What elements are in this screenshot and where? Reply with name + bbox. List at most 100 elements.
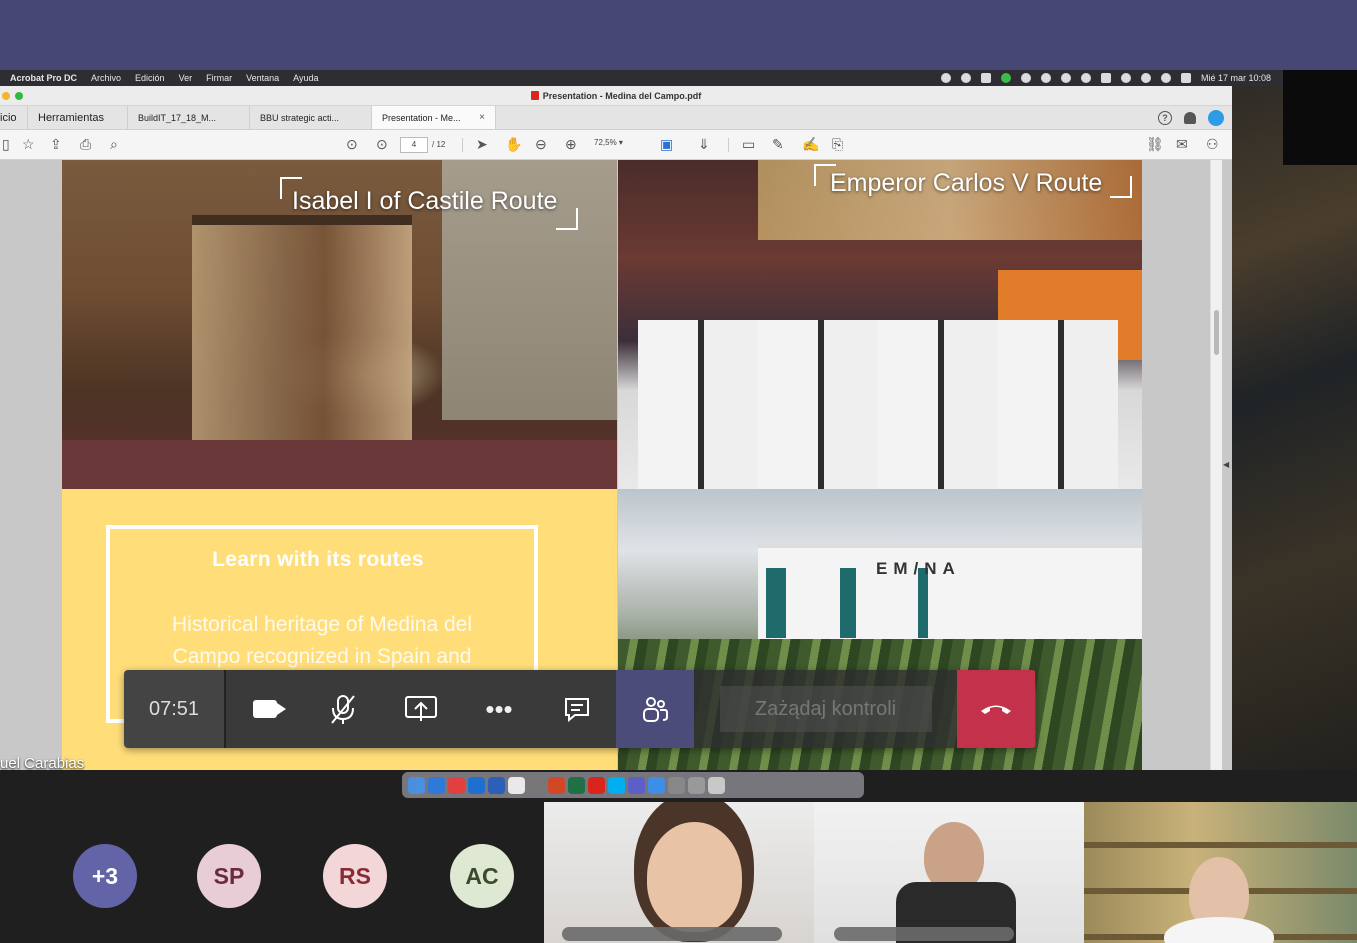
participant-sp[interactable]: SP [197, 844, 261, 908]
video-tile-2[interactable] [814, 802, 1084, 943]
zoom-in-icon[interactable]: ⊕ [565, 137, 577, 151]
menu-ventana[interactable]: Ventana [246, 73, 279, 83]
bell-icon[interactable] [1184, 112, 1196, 124]
record-icon[interactable] [1040, 73, 1051, 83]
control-center-icon[interactable] [1180, 73, 1191, 83]
more-options-button[interactable]: ••• [460, 670, 538, 748]
call-timer: 07:51 [124, 670, 226, 748]
word-icon[interactable] [488, 776, 505, 794]
scroll-mode-icon[interactable]: ⇓ [698, 137, 710, 151]
participant-rs[interactable]: RS [323, 844, 387, 908]
star-icon[interactable]: ☆ [22, 137, 35, 151]
presenter-name: uel Carabias [0, 755, 85, 772]
menu-archivo[interactable]: Archivo [91, 73, 121, 83]
close-tab-icon[interactable]: × [479, 112, 485, 123]
cloud-icon[interactable] [1020, 73, 1031, 83]
tab-label: Presentation - Me... [382, 112, 461, 123]
edit-icon[interactable]: ⎘ [832, 137, 843, 151]
folder-icon[interactable] [648, 776, 665, 794]
next-page-icon[interactable]: ⊙ [376, 137, 388, 151]
video-tile-1[interactable] [544, 802, 814, 943]
menu-firmar[interactable]: Firmar [206, 73, 232, 83]
downloads-icon[interactable] [668, 776, 685, 794]
mail-icon[interactable]: ✉ [1176, 137, 1188, 151]
creative-cloud-icon[interactable] [960, 73, 971, 83]
powerpoint-icon[interactable] [548, 776, 565, 794]
battery-icon[interactable] [1100, 73, 1111, 83]
upload-icon[interactable]: ⇪ [50, 137, 62, 151]
fit-page-icon[interactable]: ▣ [660, 137, 673, 151]
slide-heading: Learn with its routes [212, 548, 424, 571]
tab-presentation[interactable]: Presentation - Me... × [372, 106, 496, 129]
outlook-icon[interactable] [468, 776, 485, 794]
hand-icon[interactable]: ✋ [505, 137, 522, 151]
menu-app-name[interactable]: Acrobat Pro DC [10, 73, 77, 83]
bluetooth-icon[interactable] [1080, 73, 1091, 83]
status-icon[interactable] [940, 73, 951, 83]
window-titlebar: Presentation - Medina del Campo.pdf [0, 86, 1232, 106]
video-tile-3[interactable] [1084, 802, 1357, 943]
scroll-thumb[interactable] [1214, 310, 1219, 355]
user-icon[interactable] [1140, 73, 1151, 83]
calculator-icon[interactable] [528, 776, 545, 794]
vertical-scrollbar[interactable] [1210, 160, 1222, 770]
tab-herramientas[interactable]: Herramientas [28, 106, 128, 129]
share-user-icon[interactable]: ⚇ [1206, 137, 1219, 151]
chrome-icon[interactable] [508, 776, 525, 794]
search-icon[interactable] [1160, 73, 1171, 83]
tab-buildit[interactable]: BuildIT_17_18_M... [128, 106, 250, 129]
safari-icon[interactable] [428, 776, 445, 794]
menubar-clock[interactable]: Mié 17 mar 10:08 [1201, 73, 1271, 83]
mute-button[interactable] [304, 670, 382, 748]
moon-icon[interactable] [1060, 73, 1071, 83]
page-number-input[interactable]: 4 [400, 137, 428, 153]
menu-ver[interactable]: Ver [179, 73, 193, 83]
share-screen-button[interactable] [382, 670, 460, 748]
hang-up-button[interactable] [957, 670, 1035, 748]
request-control-button[interactable]: Zażądaj kontroli [719, 686, 932, 732]
bedroom-photo: Isabel I of Castile Route [62, 160, 617, 489]
participant-overflow[interactable]: +3 [73, 844, 137, 908]
route-label-isabel: Isabel I of Castile Route [292, 187, 558, 215]
participants-button[interactable] [616, 670, 694, 748]
skype-icon[interactable] [608, 776, 625, 794]
participant-initials: SP [213, 862, 245, 889]
acrobat-icon[interactable] [588, 776, 605, 794]
pdf-icon [530, 91, 539, 100]
panel-toggle-icon[interactable]: ◀ [1223, 460, 1229, 469]
chat-button[interactable] [538, 670, 616, 748]
menu-edicion[interactable]: Edición [135, 73, 165, 83]
zoom-select[interactable]: 72,5% ▾ [594, 138, 644, 147]
zoom-out-icon[interactable]: ⊖ [535, 137, 547, 151]
camera-button[interactable] [226, 670, 304, 748]
account-avatar[interactable] [1208, 110, 1224, 126]
tab-bbu[interactable]: BBU strategic acti... [250, 106, 372, 129]
dropbox-icon[interactable] [980, 73, 991, 83]
link-icon[interactable]: ⛓ [1146, 137, 1164, 151]
menu-ayuda[interactable]: Ayuda [293, 73, 318, 83]
finder-icon[interactable] [408, 776, 425, 794]
tab-inicio[interactable]: icio [0, 106, 28, 129]
teams-icon[interactable] [628, 776, 645, 794]
tab-label: Herramientas [38, 111, 105, 124]
print-icon[interactable]: ⎙ [80, 137, 91, 151]
calendar-icon[interactable] [448, 776, 465, 794]
select-cursor-icon[interactable]: ➤ [476, 137, 488, 151]
parade-photo: Emperor Carlos V Route [618, 160, 1142, 489]
help-icon[interactable]: ? [1158, 111, 1172, 125]
comment-icon[interactable]: ▭ [742, 137, 755, 151]
excel-icon[interactable] [568, 776, 585, 794]
share-icon [405, 696, 437, 721]
check-icon[interactable] [1000, 73, 1011, 83]
document-thumb-icon[interactable] [688, 776, 705, 794]
sign-icon[interactable]: ✍ [802, 137, 819, 151]
create-icon[interactable]: ▯ [2, 137, 10, 151]
prev-page-icon[interactable]: ⊙ [346, 137, 358, 151]
trash-icon[interactable] [708, 776, 725, 794]
zoom-search-icon[interactable]: ⌕ [110, 137, 118, 151]
pen-icon[interactable]: ✎ [772, 137, 784, 151]
participant-ac[interactable]: AC [450, 844, 514, 908]
wifi-icon[interactable] [1120, 73, 1131, 83]
tab-label: icio [0, 111, 17, 124]
chat-icon [565, 698, 589, 722]
